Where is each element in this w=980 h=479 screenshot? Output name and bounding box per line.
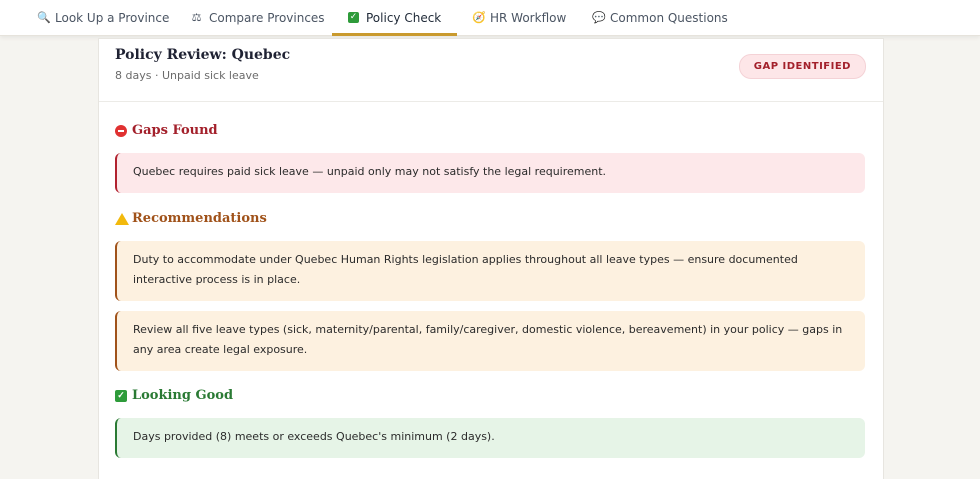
policy-review-card: Policy Review: Quebec 8 days · Unpaid si… [98,38,884,479]
tab-label: Look Up a Province [55,10,170,25]
recommendation-item-text: Duty to accommodate under Quebec Human R… [133,253,798,286]
page-title: Policy Review: Quebec [115,47,291,63]
speech-bubble-icon: 💬 [592,11,606,24]
gaps-heading: Gaps Found [115,123,218,138]
recommendation-item-text: Review all five leave types (sick, mater… [133,323,843,356]
compass-icon: 🧭 [472,11,486,24]
scales-icon: ⚖ [191,11,202,24]
tab-label: Common Questions [610,10,728,25]
warning-icon [115,212,129,225]
gap-item: Quebec requires paid sick leave — unpaid… [115,153,865,193]
tab-label: Policy Check [366,10,442,25]
review-header: Policy Review: Quebec 8 days · Unpaid si… [99,39,883,102]
recommendations-heading-label: Recommendations [132,211,267,226]
tab-common-questions[interactable]: 💬 Common Questions [592,0,728,35]
check-icon: ✓ [115,389,127,402]
recommendation-item: Review all five leave types (sick, mater… [115,311,865,371]
status-badge: GAP IDENTIFIED [738,54,866,79]
recommendation-item: Duty to accommodate under Quebec Human R… [115,241,865,301]
search-icon: 🔍 [37,11,51,24]
tab-label: Compare Provinces [209,10,325,25]
gap-item-text: Quebec requires paid sick leave — unpaid… [133,165,607,178]
tab-policy-check[interactable]: ✓ Policy Check [331,0,458,36]
tab-compare-provinces[interactable]: ⚖ Compare Provinces [191,0,325,35]
check-icon: ✓ [348,12,359,23]
good-item-text: Days provided (8) meets or exceeds Quebe… [133,430,495,443]
looking-good-heading: ✓ Looking Good [115,388,233,403]
recommendations-heading: Recommendations [115,211,267,226]
top-navigation: 🔍 Look Up a Province ⚖ Compare Provinces… [0,0,980,36]
tab-look-up-province[interactable]: 🔍 Look Up a Province [37,0,169,35]
tab-hr-workflow[interactable]: 🧭 HR Workflow [472,0,566,35]
gaps-heading-label: Gaps Found [132,123,218,138]
review-subtitle: 8 days · Unpaid sick leave [115,69,259,82]
no-entry-icon [115,124,127,137]
looking-good-heading-label: Looking Good [132,388,234,403]
good-item: Days provided (8) meets or exceeds Quebe… [115,418,865,458]
tab-label: HR Workflow [490,10,567,25]
